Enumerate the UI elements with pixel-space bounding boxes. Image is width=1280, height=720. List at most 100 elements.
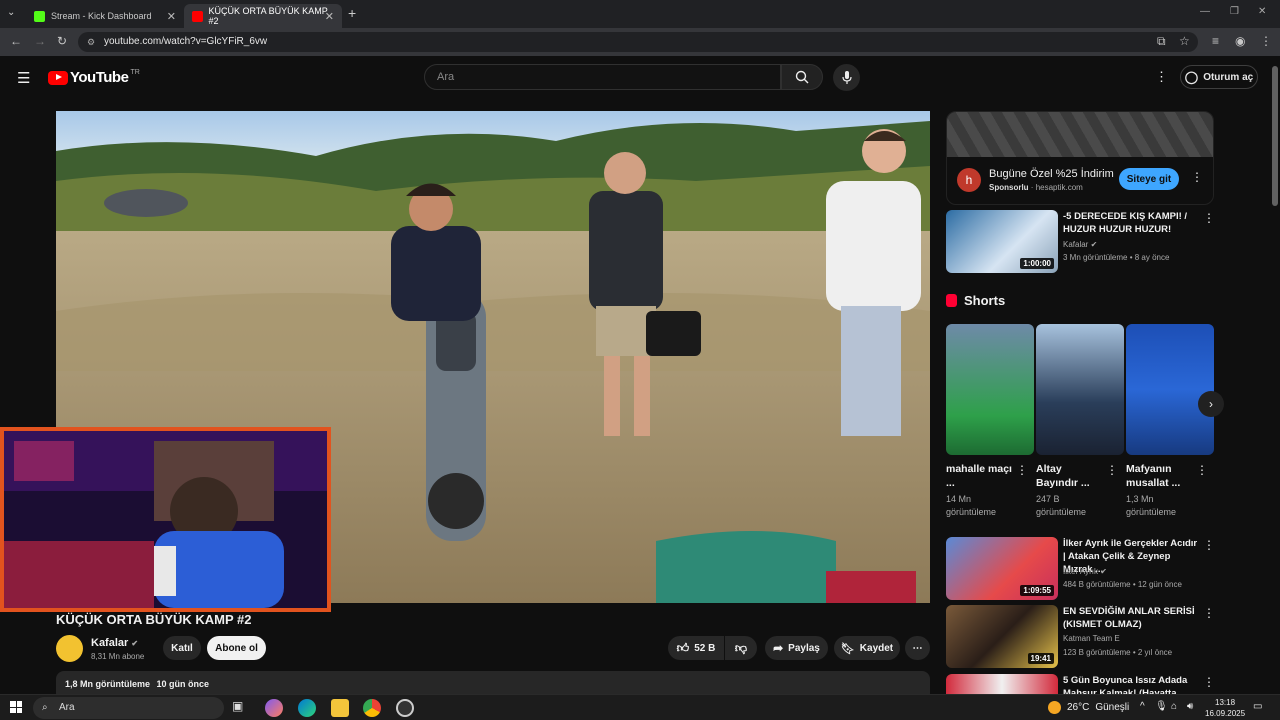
tray-chevron-icon[interactable]: ^ <box>1140 701 1145 712</box>
tab-search-icon[interactable]: ⌄ <box>7 7 15 18</box>
dislike-button[interactable]: 👎︎ <box>725 636 757 660</box>
windows-start-icon[interactable] <box>10 701 22 713</box>
channel-avatar[interactable] <box>56 635 83 662</box>
video-meta: 3 Mn görüntüleme • 8 ay önce <box>1063 253 1170 262</box>
ad-sponsored-label: Sponsorlu <box>989 183 1029 192</box>
forward-icon[interactable]: → <box>34 34 46 48</box>
volume-icon[interactable]: 🔊︎ <box>1187 701 1193 712</box>
youtube-logo[interactable]: YouTube TR <box>48 69 140 86</box>
video-menu-icon[interactable]: ⋮ <box>1203 606 1215 620</box>
share-label: Paylaş <box>788 642 820 654</box>
join-button[interactable]: Katıl <box>163 636 201 660</box>
new-tab-button[interactable]: + <box>348 5 356 21</box>
system-clock[interactable]: 13:18 16.09.2025 <box>1205 697 1245 719</box>
short-menu-icon[interactable]: ⋮ <box>1196 463 1208 477</box>
task-view-icon[interactable]: ▣ <box>232 699 250 717</box>
address-bar[interactable]: ⚙ youtube.com/watch?v=GlcYFiR_6vw <box>78 32 1198 52</box>
thumbs-up-icon: 👍︎ <box>676 640 690 655</box>
taskbar-search-input[interactable]: ⌕ Ara <box>33 697 224 719</box>
video-title[interactable]: EN SEVDİĞİM ANLAR SERİSİ (KISMET OLMAZ) <box>1063 605 1199 631</box>
video-title[interactable]: -5 DERECEDE KIŞ KAMPI! / HUZUR HUZUR HUZ… <box>1063 210 1199 236</box>
signin-button[interactable]: ◯ Oturum aç <box>1180 65 1258 89</box>
short-thumbnail[interactable] <box>946 324 1034 455</box>
kick-icon <box>34 10 45 22</box>
video-views: 484 B görüntüleme <box>1063 580 1131 589</box>
verified-icon: ✔ <box>131 639 139 648</box>
video-menu-icon[interactable]: ⋮ <box>1203 211 1215 225</box>
maximize-button[interactable]: ❐ <box>1230 6 1239 17</box>
more-actions-button[interactable]: ⋯ <box>905 636 930 660</box>
ad-meta: Sponsorlu · hesaptik.com <box>989 183 1083 192</box>
tab-youtube-video[interactable]: KÜÇÜK ORTA BÜYÜK KAMP #2 ✕ <box>184 4 342 28</box>
video-duration: 1:09:55 <box>1020 585 1054 596</box>
chrome-icon[interactable] <box>363 699 381 717</box>
video-menu-icon[interactable]: ⋮ <box>1203 538 1215 552</box>
video-meta: 123 B görüntüleme • 2 yıl önce <box>1063 648 1173 657</box>
video-thumbnail[interactable] <box>946 674 1058 694</box>
shorts-next-button[interactable]: › <box>1198 391 1224 417</box>
ad-menu-icon[interactable]: ⋮ <box>1191 170 1203 184</box>
file-explorer-icon[interactable] <box>331 699 349 717</box>
browser-menu-icon[interactable]: ⋮ <box>1260 34 1272 48</box>
close-window-button[interactable]: ✕ <box>1258 6 1266 17</box>
minimize-button[interactable]: — <box>1200 6 1210 17</box>
save-button[interactable]: 🔖︎ Kaydet <box>834 636 900 660</box>
search-button[interactable] <box>781 64 823 90</box>
back-icon[interactable]: ← <box>10 34 22 48</box>
microphone-tray-icon[interactable]: 🎙︎ <box>1155 701 1168 712</box>
weather-widget[interactable]: 26°C Güneşli <box>1048 701 1129 714</box>
short-title[interactable]: mahalle maçı ... <box>946 462 1016 490</box>
reload-icon[interactable]: ↻ <box>57 34 67 48</box>
video-channel[interactable]: Katman Team E <box>1063 634 1120 643</box>
ad-domain: hesaptik.com <box>1035 183 1083 192</box>
account-icon: ◯ <box>1184 70 1199 84</box>
video-thumbnail[interactable]: 19:41 <box>946 605 1058 668</box>
short-menu-icon[interactable]: ⋮ <box>1016 463 1028 477</box>
sun-icon <box>1048 701 1061 714</box>
ad-cta-button[interactable]: Siteye git <box>1119 168 1179 190</box>
short-thumbnail[interactable] <box>1036 324 1124 455</box>
temperature: 26°C <box>1067 702 1090 713</box>
voice-search-button[interactable] <box>833 64 860 91</box>
short-thumbnail[interactable] <box>1126 324 1214 455</box>
logo-text: YouTube <box>70 69 129 86</box>
weather-condition: Güneşli <box>1095 702 1130 713</box>
settings-menu-icon[interactable]: ⋮ <box>1155 69 1168 85</box>
video-channel[interactable]: İlker Ayrık ✔ <box>1063 567 1107 576</box>
short-views-count: 14 Mn <box>946 494 972 504</box>
copilot-icon[interactable] <box>265 699 283 717</box>
video-thumbnail[interactable]: 1:09:55 <box>946 537 1058 600</box>
video-meta: 484 B görüntüleme • 12 gün önce <box>1063 580 1182 589</box>
share-button[interactable]: ➦ Paylaş <box>765 636 828 660</box>
video-title[interactable]: 5 Gün Boyunca Issız Adada Mahsur Kalmak!… <box>1063 674 1199 694</box>
install-icon[interactable]: ⧉ <box>1157 34 1166 49</box>
video-channel[interactable]: Kafalar ✔ <box>1063 240 1097 249</box>
ad-banner-image <box>947 112 1213 157</box>
notifications-icon[interactable]: ▭ <box>1253 701 1262 712</box>
like-button[interactable]: 👍︎ 52 B <box>668 636 724 660</box>
video-menu-icon[interactable]: ⋮ <box>1203 675 1215 689</box>
page-scrollbar[interactable] <box>1270 56 1280 694</box>
close-tab-icon[interactable]: ✕ <box>325 10 334 23</box>
search-input[interactable]: Ara <box>424 64 781 90</box>
media-icon[interactable]: ≡ <box>1212 34 1219 48</box>
network-icon[interactable]: ⌂ <box>1171 701 1177 712</box>
profile-icon[interactable]: ◉ <box>1235 34 1245 48</box>
short-menu-icon[interactable]: ⋮ <box>1106 463 1118 477</box>
more-icon: ⋯ <box>912 642 923 654</box>
obs-icon[interactable] <box>396 699 414 717</box>
video-thumbnail[interactable]: 1:00:00 <box>946 210 1058 273</box>
channel-name[interactable]: Kafalar ✔ <box>91 637 138 649</box>
scrollbar-thumb[interactable] <box>1272 66 1278 206</box>
sponsored-ad-card[interactable]: h Bugüne Özel %25 İndirim Sponsorlu · he… <box>946 111 1214 205</box>
windows-taskbar: ⌕ Ara ▣ 26°C Güneşli ^ 🎙︎ ⌂ 🔊︎ 13:18 16.… <box>0 694 1280 720</box>
bookmark-star-icon[interactable]: ☆ <box>1179 34 1190 48</box>
edge-icon[interactable] <box>298 699 316 717</box>
subscribe-button[interactable]: Abone ol <box>207 636 266 660</box>
hamburger-menu-icon[interactable]: ☰ <box>17 69 30 87</box>
short-title[interactable]: Altay Bayındır ... <box>1036 462 1106 490</box>
site-info-icon[interactable]: ⚙ <box>87 32 95 52</box>
short-title[interactable]: Mafyanın musallat ... <box>1126 462 1196 490</box>
tab-kick-dashboard[interactable]: Stream - Kick Dashboard ✕ <box>26 4 184 28</box>
close-tab-icon[interactable]: ✕ <box>167 10 176 23</box>
